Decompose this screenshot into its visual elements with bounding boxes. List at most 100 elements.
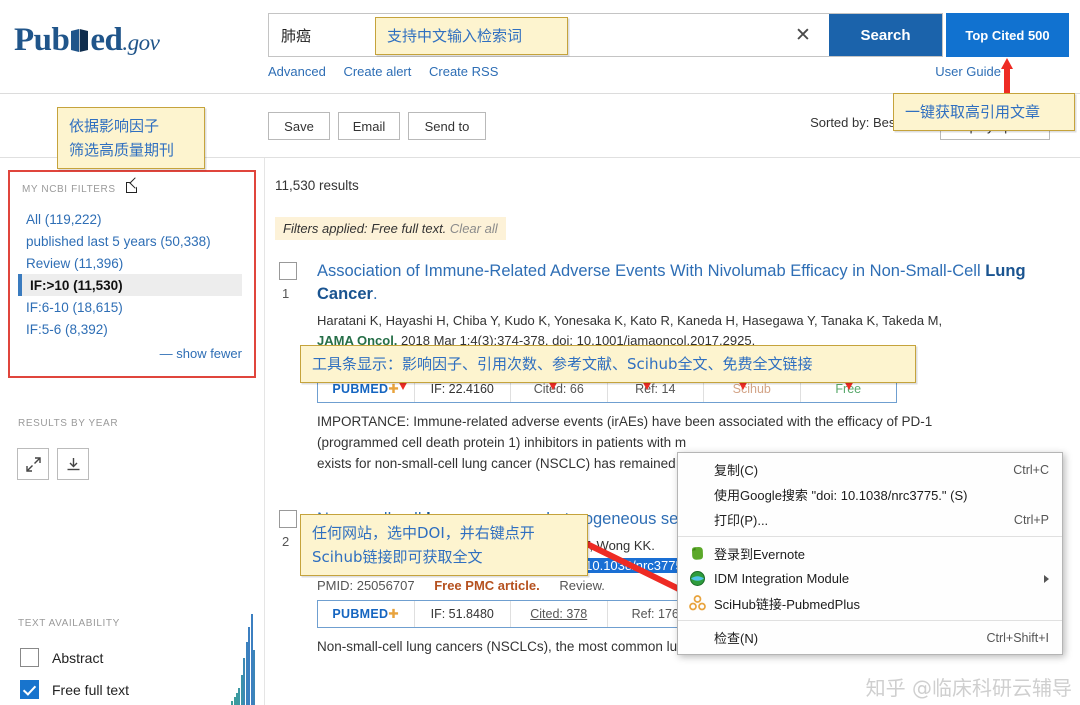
watermark: 知乎 @临床科研云辅导 bbox=[866, 672, 1072, 701]
clear-search-icon[interactable]: ✕ bbox=[777, 14, 829, 56]
free-pmc-label: Free PMC article. bbox=[434, 578, 540, 593]
result-authors: Haratani K, Hayashi H, Chiba Y, Kudo K, … bbox=[317, 313, 1080, 328]
doi-hint-line-2: Scihub链接即可获取全文 bbox=[312, 545, 576, 569]
text-availability-header: TEXT AVAILABILITY bbox=[18, 618, 120, 629]
filter-item-all[interactable]: All (119,222) bbox=[22, 208, 242, 230]
free-full-text-checkbox[interactable] bbox=[20, 680, 39, 699]
abstract-label: Abstract bbox=[52, 650, 103, 666]
email-button[interactable]: Email bbox=[338, 112, 400, 140]
doi-hint-line-1: 任何网站，选中DOI，并右键点开 bbox=[312, 521, 576, 545]
abstract-line: IMPORTANCE: Immune-related adverse event… bbox=[317, 411, 1080, 432]
result-number: 2 bbox=[282, 534, 289, 549]
ctx-separator bbox=[678, 536, 1062, 537]
browser-context-menu: 复制(C) Ctrl+C 使用Google搜索 "doi: 10.1038/nr… bbox=[677, 452, 1063, 655]
save-button[interactable]: Save bbox=[268, 112, 330, 140]
pubmed-logo[interactable]: Pub ed.gov bbox=[14, 22, 159, 59]
free-full-text-label: Free full text bbox=[52, 682, 129, 698]
create-rss-link[interactable]: Create RSS bbox=[429, 64, 498, 79]
filter-abstract-row[interactable]: Abstract bbox=[20, 648, 103, 667]
empty-icon bbox=[689, 629, 706, 646]
empty-icon bbox=[689, 461, 706, 478]
annotation-toolbar-hint: 工具条显示：影响因子、引用次数、参考文献、Scihub全文、免费全文链接 bbox=[300, 345, 916, 383]
ctx-separator bbox=[678, 620, 1062, 621]
ctx-shortcut: Ctrl+P bbox=[1014, 513, 1049, 527]
ctx-label: 复制(C) bbox=[714, 460, 1013, 479]
search-bar: ✕ Search bbox=[268, 13, 943, 57]
filters-applied-text: Filters applied: Free full text. bbox=[283, 221, 446, 236]
show-fewer-button[interactable]: — show fewer bbox=[22, 346, 242, 361]
pubmed-brand-text: PUBMED bbox=[332, 382, 388, 396]
ctx-label: 打印(P)... bbox=[714, 510, 1014, 529]
result-checkbox[interactable] bbox=[279, 510, 297, 528]
advanced-link[interactable]: Advanced bbox=[268, 64, 326, 79]
ctx-shortcut: Ctrl+C bbox=[1013, 463, 1049, 477]
ctx-label: IDM Integration Module bbox=[714, 571, 1038, 586]
pubmed-plus-brand[interactable]: PUBMED✚ bbox=[318, 601, 415, 627]
my-ncbi-filters-panel: MY NCBI FILTERS All (119,222) published … bbox=[8, 170, 256, 378]
annotation-doi-hint: 任何网站，选中DOI，并右键点开 Scihub链接即可获取全文 bbox=[300, 514, 588, 576]
pubmed-brand-text: PUBMED bbox=[332, 607, 388, 621]
user-guide-link[interactable]: User Guide bbox=[935, 64, 1001, 79]
result-title-suffix: . bbox=[373, 285, 378, 303]
my-ncbi-filters-header: MY NCBI FILTERS bbox=[22, 182, 242, 195]
filter-free-full-text-row[interactable]: Free full text bbox=[20, 680, 129, 699]
filters-sidebar: MY NCBI FILTERS All (119,222) published … bbox=[0, 158, 265, 705]
histogram-bar bbox=[253, 650, 255, 705]
ctx-item-copy[interactable]: 复制(C) Ctrl+C bbox=[678, 457, 1062, 482]
empty-icon bbox=[689, 486, 706, 503]
logo-text-pub: Pub bbox=[14, 22, 69, 58]
abstract-checkbox[interactable] bbox=[20, 648, 39, 667]
filter-item-last-5-years[interactable]: published last 5 years (50,338) bbox=[22, 230, 242, 252]
ctx-label: 使用Google搜索 "doi: 10.1038/nrc3775." (S) bbox=[714, 485, 1049, 504]
empty-icon bbox=[689, 511, 706, 528]
ctx-label: 检查(N) bbox=[714, 628, 986, 647]
result-checkbox[interactable] bbox=[279, 262, 297, 280]
ctx-item-scihub-pubmedplus[interactable]: SciHub链接-PubmedPlus bbox=[678, 591, 1062, 616]
expand-chart-icon[interactable] bbox=[17, 448, 49, 480]
result-title-text: Association of Immune-Related Adverse Ev… bbox=[317, 262, 985, 280]
logo-text-med: ed bbox=[90, 22, 122, 58]
expand-glyph bbox=[26, 457, 41, 472]
book-glyph bbox=[70, 28, 89, 54]
result-pmid: PMID: 25056707 bbox=[317, 578, 415, 593]
book-icon bbox=[70, 26, 89, 52]
annotation-top-cited-hint: 一键获取高引用文章 bbox=[893, 93, 1075, 131]
ctx-item-idm[interactable]: IDM Integration Module bbox=[678, 566, 1062, 591]
results-by-year-header: RESULTS BY YEAR bbox=[18, 418, 118, 429]
ctx-item-inspect[interactable]: 检查(N) Ctrl+Shift+I bbox=[678, 625, 1062, 650]
result-title-link[interactable]: Association of Immune-Related Adverse Ev… bbox=[317, 260, 1080, 306]
filter-item-review[interactable]: Review (11,396) bbox=[22, 252, 242, 274]
submenu-arrow-icon bbox=[1044, 575, 1049, 583]
ctx-label: 登录到Evernote bbox=[714, 544, 1049, 563]
ctx-item-google-search[interactable]: 使用Google搜索 "doi: 10.1038/nrc3775." (S) bbox=[678, 482, 1062, 507]
download-chart-icon[interactable] bbox=[57, 448, 89, 480]
search-links: Advanced Create alert Create RSS bbox=[268, 64, 512, 79]
ctx-label: SciHub链接-PubmedPlus bbox=[714, 594, 1049, 613]
results-count: 11,530 results bbox=[275, 178, 1080, 193]
filter-hint-line-1: 依据影响因子 bbox=[69, 114, 193, 138]
ctx-item-evernote[interactable]: 登录到Evernote bbox=[678, 541, 1062, 566]
search-button[interactable]: Search bbox=[829, 14, 942, 56]
filters-applied-banner: Filters applied: Free full text. Clear a… bbox=[275, 217, 506, 240]
ctx-item-print[interactable]: 打印(P)... Ctrl+P bbox=[678, 507, 1062, 532]
external-link-icon[interactable] bbox=[126, 182, 137, 193]
plus-icon: ✚ bbox=[388, 607, 399, 621]
filters-header-text: MY NCBI FILTERS bbox=[22, 184, 116, 195]
impact-factor-cell[interactable]: IF: 51.8480 bbox=[415, 601, 512, 627]
create-alert-link[interactable]: Create alert bbox=[343, 64, 411, 79]
ctx-shortcut: Ctrl+Shift+I bbox=[986, 631, 1049, 645]
filter-item-if-gt-10[interactable]: IF:>10 (11,530) bbox=[18, 274, 242, 296]
scihub-icon bbox=[689, 595, 706, 612]
abstract-line: (programmed cell death protein 1) inhibi… bbox=[317, 432, 1080, 453]
logo-text-gov: .gov bbox=[122, 30, 159, 55]
filter-item-if-5-6[interactable]: IF:5-6 (8,392) bbox=[22, 318, 242, 340]
annotation-filter-hint: 依据影响因子 筛选高质量期刊 bbox=[57, 107, 205, 169]
idm-icon bbox=[689, 570, 706, 587]
clear-all-link[interactable]: Clear all bbox=[450, 221, 498, 236]
download-glyph bbox=[66, 457, 81, 472]
send-to-button[interactable]: Send to bbox=[408, 112, 486, 140]
filter-item-if-6-10[interactable]: IF:6-10 (18,615) bbox=[22, 296, 242, 318]
top-cited-500-button[interactable]: Top Cited 500 bbox=[946, 13, 1069, 57]
annotation-search-hint: 支持中文输入检索词 bbox=[375, 17, 568, 55]
result-number: 1 bbox=[282, 286, 289, 301]
